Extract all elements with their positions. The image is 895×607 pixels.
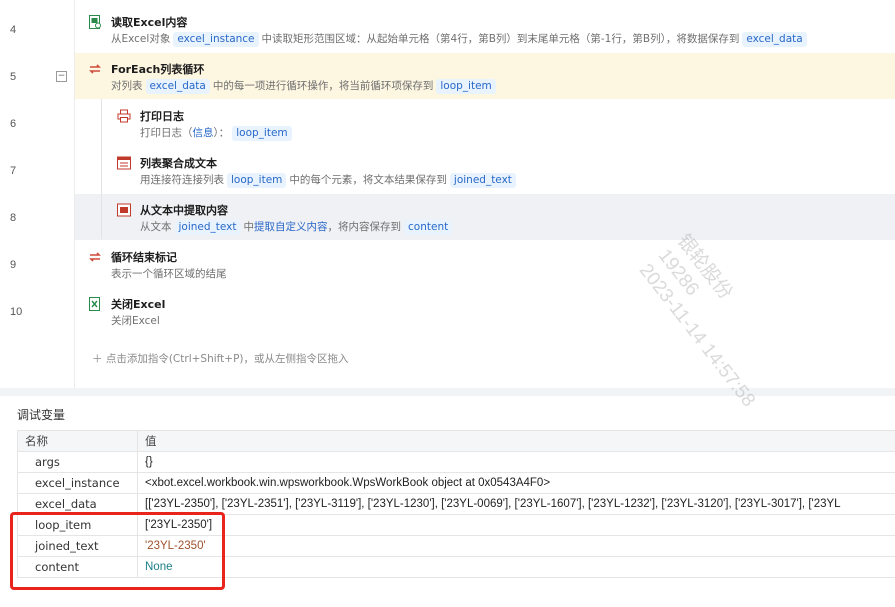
command-desc: 从文本 joined_text 中提取自定义内容，将内容保存到 content — [140, 219, 455, 235]
line-number: 5 — [10, 71, 17, 83]
command-title: 从文本中提取内容 — [140, 204, 228, 217]
variable-value: ['23YL-2350'] — [137, 514, 895, 536]
variable-tag[interactable]: loop_item — [232, 126, 292, 141]
command-title: 打印日志 — [140, 110, 184, 123]
loop-icon — [89, 64, 101, 74]
variable-value: '23YL-2350' — [137, 535, 895, 557]
variable-tag[interactable]: joined_text — [174, 220, 241, 235]
variable-tag[interactable]: excel_data — [742, 32, 807, 47]
add-command-hint[interactable]: ＋ 点击添加指令(Ctrl+Shift+P)，或从左侧指令区拖入 — [92, 351, 349, 366]
command-title: 关闭Excel — [111, 298, 166, 311]
table-row[interactable]: excel_instance <xbot.excel.workbook.win.… — [17, 472, 895, 494]
loop-indent-guide — [101, 99, 102, 239]
text-extract-icon — [117, 203, 131, 217]
variable-tag[interactable]: excel_instance — [173, 32, 259, 47]
command-desc: 表示一个循环区域的结尾 — [111, 268, 227, 280]
excel-close-icon — [89, 297, 100, 311]
variable-name: args — [17, 451, 138, 473]
command-title: 列表聚合成文本 — [140, 157, 217, 170]
list-to-text-icon — [117, 156, 131, 170]
column-header-name[interactable]: 名称 — [17, 430, 138, 452]
variable-tag[interactable]: content — [404, 220, 453, 235]
table-row[interactable]: args {} — [17, 451, 895, 473]
line-number: 4 — [10, 24, 17, 36]
variable-value: [['23YL-2350'], ['23YL-2351'], ['23YL-31… — [137, 493, 895, 515]
command-desc: 打印日志（信息）： loop_item — [140, 125, 295, 141]
command-title: ForEach列表循环 — [111, 63, 205, 76]
line-number: 9 — [10, 259, 17, 271]
variable-value: None — [137, 556, 895, 578]
excel-read-icon — [89, 15, 101, 29]
variable-tag[interactable]: loop_item — [436, 79, 496, 94]
variable-name: excel_instance — [17, 472, 138, 494]
command-title: 读取Excel内容 — [111, 16, 188, 29]
variable-tag[interactable]: loop_item — [227, 173, 287, 188]
command-title: 循环结束标记 — [111, 251, 177, 264]
line-number: 6 — [10, 118, 17, 130]
command-desc: 从Excel对象 excel_instance 中读取矩形范围区域：从起始单元格（第… — [111, 31, 810, 47]
variable-value: <xbot.excel.workbook.win.wpsworkbook.Wps… — [137, 472, 895, 494]
line-number: 8 — [10, 212, 17, 224]
collapse-toggle-icon[interactable]: − — [56, 71, 67, 82]
command-desc: 用连接符连接列表 loop_item 中的每个元素，将文本结果保存到 joined_t… — [140, 172, 519, 188]
printer-icon — [117, 109, 131, 123]
command-desc: 对列表 excel_data 中的每一项进行循环操作，将当前循环项保存到 loop_i… — [111, 78, 499, 94]
loop-end-icon — [89, 252, 101, 262]
line-number: 10 — [10, 306, 23, 318]
line-number: 7 — [10, 165, 17, 177]
variable-tag[interactable]: joined_text — [449, 173, 516, 188]
line-gutter: 4 5 − 6 7 8 9 10 — [0, 0, 75, 388]
panel-title: 调试变量 — [17, 408, 66, 422]
variable-tag[interactable]: excel_data — [145, 79, 210, 94]
command-desc: 关闭Excel — [111, 315, 160, 327]
annotation-highlight-box — [10, 512, 225, 590]
